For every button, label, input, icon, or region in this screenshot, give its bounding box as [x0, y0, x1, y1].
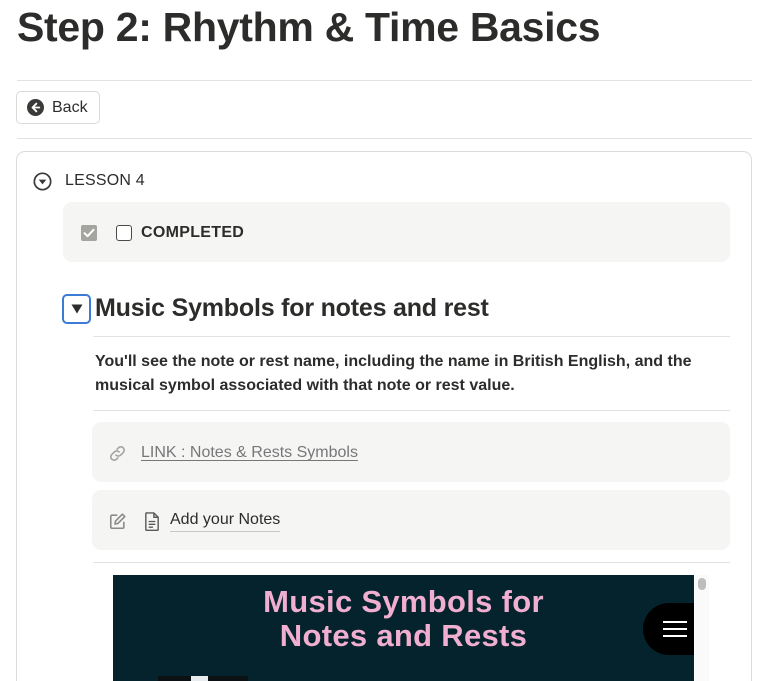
back-button[interactable]: Back: [16, 91, 100, 124]
completed-label: COMPLETED: [141, 224, 245, 241]
lesson-label: LESSON 4: [65, 172, 145, 189]
video-progress-segment: [191, 676, 208, 681]
notes-rests-link[interactable]: LINK : Notes & Rests Symbols: [141, 444, 358, 462]
section-heading: Music Symbols for notes and rest: [95, 294, 489, 322]
checked-square-icon: [81, 225, 97, 241]
page: Step 2: Rhythm & Time Basics Back LESSON…: [0, 0, 768, 681]
document-icon: [145, 512, 159, 531]
section-toggle[interactable]: [62, 294, 91, 324]
page-title: Step 2: Rhythm & Time Basics: [17, 4, 601, 50]
scrollbar-track[interactable]: [695, 575, 709, 681]
divider: [93, 336, 730, 337]
edit-icon: [109, 513, 126, 530]
scrollbar-thumb[interactable]: [698, 578, 706, 590]
divider: [93, 562, 730, 563]
back-button-label: Back: [52, 98, 88, 116]
video-title: Music Symbols for Notes and Rests: [113, 585, 694, 653]
video-title-line: Music Symbols for: [263, 584, 544, 619]
add-notes-link[interactable]: Add your Notes: [170, 511, 281, 532]
arrow-left-circle-icon: [27, 99, 44, 116]
divider: [17, 80, 752, 81]
triangle-down-icon: [71, 304, 82, 314]
divider: [17, 138, 752, 139]
link-icon: [110, 446, 125, 461]
completed-checkbox[interactable]: [116, 225, 132, 241]
divider: [93, 410, 730, 411]
triangle-down-circle-icon[interactable]: [33, 172, 52, 191]
video-title-line: Notes and Rests: [279, 618, 528, 653]
video-menu-button[interactable]: [643, 603, 694, 655]
video-embed[interactable]: Music Symbols for Notes and Rests: [113, 575, 694, 681]
section-description: You'll see the note or rest name, includ…: [95, 353, 692, 394]
